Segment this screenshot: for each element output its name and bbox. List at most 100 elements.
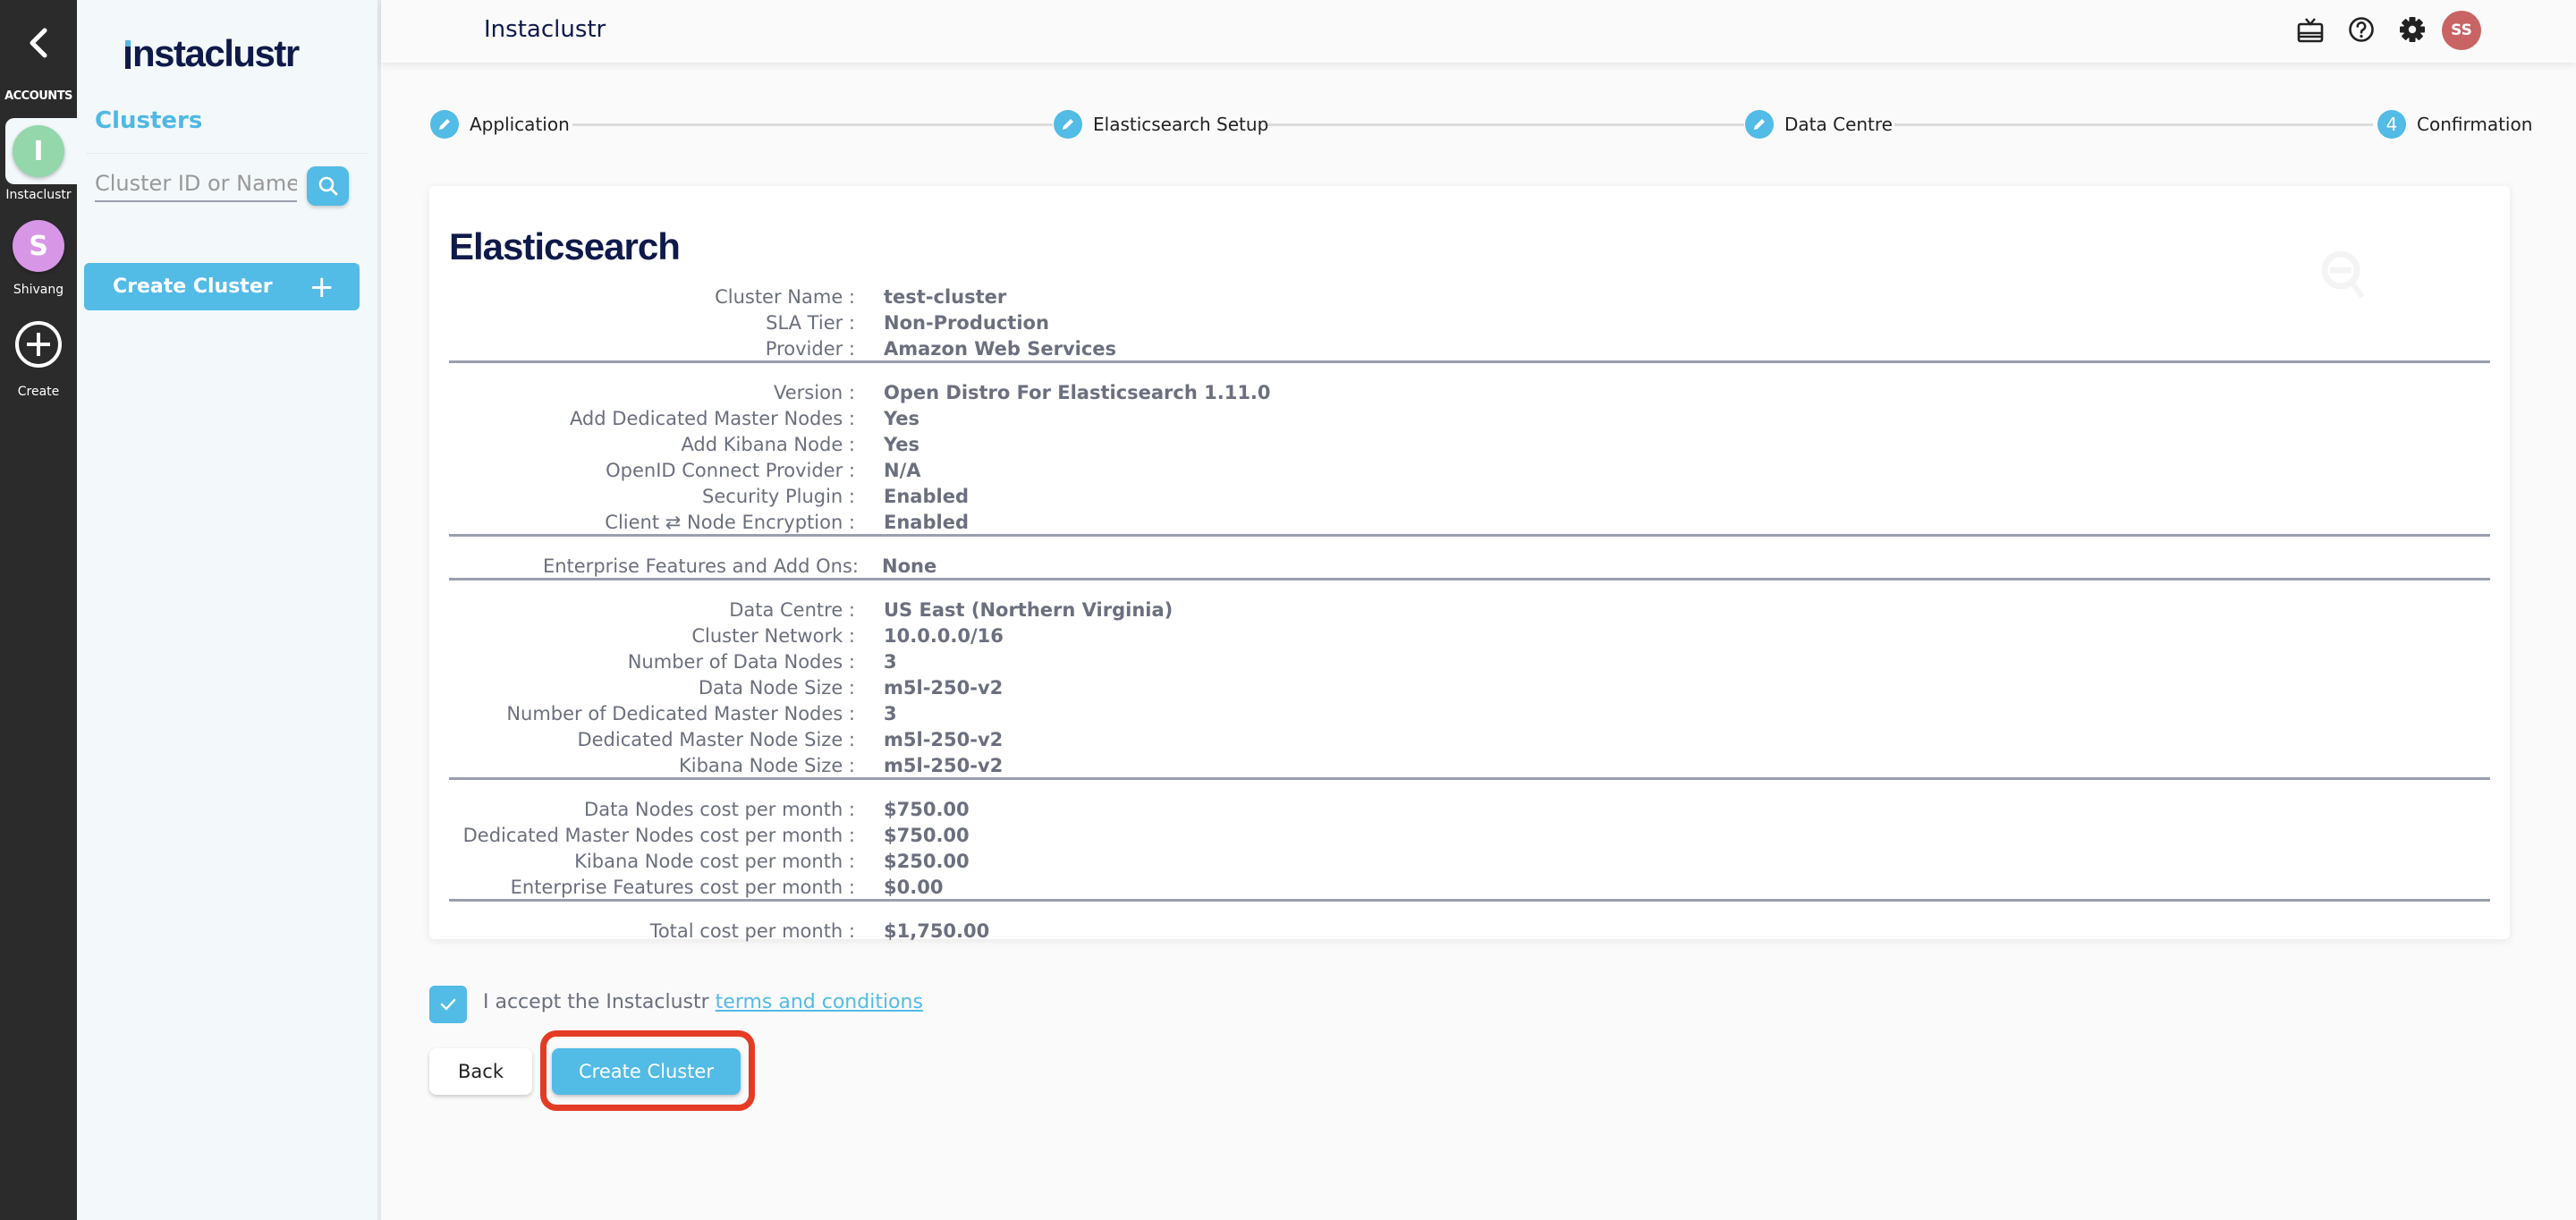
summary-row-label: Cluster Network : [691,625,855,647]
summary-row: Number of Data Nodes : 3 [429,651,2510,676]
summary-row-value: US East (Northern Virginia) [884,599,1174,621]
create-cluster-button[interactable]: Create Cluster [552,1048,741,1095]
summary-row-label: SLA Tier : [766,312,855,334]
plus-circle-icon[interactable] [14,320,63,369]
help-icon[interactable] [2346,14,2377,45]
summary-row-label: Total cost per month : [649,920,855,942]
summary-row-value: Non-Production [884,312,1049,334]
summary-row-label: Add Dedicated Master Nodes : [569,408,855,429]
summary-row: Client ⇄ Node Encryption : Enabled [429,512,2510,537]
accounts-rail: ACCOUNTS I Instaclustr S Shivang Create [0,0,77,1220]
summary-row-value: m5l-250-v2 [884,755,1004,776]
step-label: Data Centre [1784,114,1893,135]
summary-row-value: 3 [884,651,897,673]
step-connector [1264,123,1744,126]
sidebar-divider [86,153,369,154]
summary-row-label: Add Kibana Node : [681,434,855,455]
user-avatar[interactable]: SS [2442,11,2481,50]
logo-text: nstaclustr [132,32,300,74]
summary-row-value: Yes [884,408,920,429]
pencil-icon [1745,110,1774,139]
summary-row-label: Cluster Name : [715,286,855,308]
summary-row: OpenID Connect Provider : N/A [429,460,2510,485]
search-icon [318,176,337,196]
summary-row-value: N/A [884,460,921,481]
summary-row: Version : Open Distro For Elasticsearch 1… [429,382,2510,407]
summary-row: Cluster Name : test-cluster [429,286,2510,311]
create-cluster-sidebar-label: Create Cluster [113,275,273,298]
summary-row: Number of Dedicated Master Nodes : 3 [429,703,2510,728]
summary-title: Elasticsearch [449,225,681,267]
create-account-label: Create [17,385,60,399]
summary-row-value: m5l-250-v2 [884,729,1004,750]
clusters-heading: Clusters [95,107,203,134]
step-data-centre[interactable]: Data Centre [1745,110,1893,139]
step-application[interactable]: Application [430,110,570,139]
summary-row: Enterprise Features and Add Ons: None [429,555,2510,580]
accounts-heading: ACCOUNTS [4,89,72,103]
summary-row: Kibana Node cost per month : $250.00 [429,851,2510,876]
summary-row-value: $750.00 [884,799,970,820]
summary-row-label: Dedicated Master Nodes cost per month : [462,825,855,846]
summary-row: Add Kibana Node : Yes [429,434,2510,459]
account-avatar-shivang[interactable]: S [13,220,64,272]
summary-row: Add Dedicated Master Nodes : Yes [429,408,2510,433]
summary-row: Kibana Node Size : m5l-250-v2 [429,755,2510,780]
step-connector [1894,123,2373,126]
summary-row: Enterprise Features cost per month : $0.0… [429,877,2510,902]
summary-divider [449,578,2490,580]
step-elasticsearch-setup[interactable]: Elasticsearch Setup [1054,110,1268,139]
summary-row-value: Open Distro For Elasticsearch 1.11.0 [884,382,1271,403]
summary-row: SLA Tier : Non-Production [429,312,2510,337]
search-button[interactable] [307,166,349,206]
summary-row-value: Enabled [884,512,969,533]
back-button[interactable]: Back [429,1048,532,1095]
create-cluster-sidebar-button[interactable]: Create Cluster + [84,263,360,310]
summary-row-value: None [882,555,937,577]
summary-row-value: Yes [884,434,920,455]
summary-row-label: Security Plugin : [702,486,855,507]
summary-row-value: $0.00 [884,877,944,898]
account-label-shivang: Shivang [13,283,64,297]
summary-row-value: $1,750.00 [884,920,990,942]
summary-row-label: Enterprise Features and Add Ons: [542,555,859,577]
summary-row: Data Nodes cost per month : $750.00 [429,799,2510,824]
summary-row-label: Provider : [765,338,855,360]
chevron-left-icon[interactable] [21,25,57,61]
summary-row-label: Data Node Size : [698,677,855,699]
cluster-search-input[interactable] [95,166,297,202]
gift-icon[interactable] [2295,14,2326,45]
summary-row: Total cost per month : $1,750.00 [429,920,2510,945]
summary-row-label: Data Nodes cost per month : [584,799,855,820]
summary-row-label: Enterprise Features cost per month : [510,877,855,898]
step-label: Application [470,114,570,135]
accept-terms-label: I accept the Instaclustr terms and condi… [483,991,923,1013]
terms-and-conditions-link[interactable]: terms and conditions [716,991,923,1013]
summary-row: Data Centre : US East (Northern Virginia) [429,599,2510,624]
summary-divider [449,777,2490,780]
summary-row-value: m5l-250-v2 [884,677,1004,699]
summary-divider [449,360,2490,363]
account-label-instaclustr: Instaclustr [5,188,72,202]
summary-row-value: 3 [884,703,897,724]
cluster-sidebar: nstaclustr Clusters Create Cluster + [77,0,381,1220]
summary-row-value: $250.00 [884,851,970,872]
summary-row-label: OpenID Connect Provider : [606,460,855,481]
summary-row-label: Data Centre : [729,599,855,621]
summary-divider [449,534,2490,537]
step-connector [572,123,1053,126]
accept-terms-checkbox[interactable] [429,986,467,1023]
summary-row: Dedicated Master Nodes cost per month : $… [429,825,2510,850]
summary-row-value: 10.0.0.0/16 [884,625,1004,647]
confirmation-summary-card: Elasticsearch Cluster Name : test-cluster… [429,186,2510,942]
summary-row: Security Plugin : Enabled [429,486,2510,511]
step-label: Confirmation [2417,114,2533,135]
settings-icon[interactable] [2397,14,2428,45]
summary-row-label: Number of Data Nodes : [627,651,855,673]
checkmark-icon [440,998,456,1011]
summary-row-value: Enabled [884,486,969,507]
account-avatar-instaclustr[interactable]: I [13,125,64,177]
instaclustr-logo[interactable]: nstaclustr [125,32,300,75]
summary-row-value: test-cluster [884,286,1007,308]
plus-icon: + [309,268,335,305]
